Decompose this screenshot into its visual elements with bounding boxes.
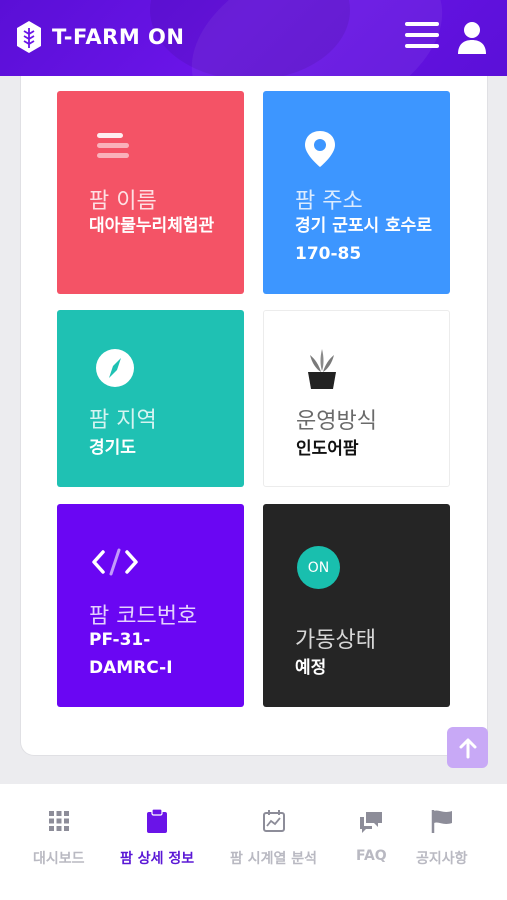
leaf-logo-icon (17, 21, 41, 53)
nav-item-notice[interactable]: 공지사항 (416, 808, 468, 868)
nav-label-notice: 공지사항 (416, 851, 468, 867)
app-title: T-FARM ON (52, 25, 185, 49)
bottom-navigation: 대시보드 팜 상세 정보 팜 시계열 분석 FAQ 공지사항 (0, 784, 507, 900)
text-lines-icon (97, 133, 129, 158)
nav-item-faq[interactable]: FAQ (356, 808, 387, 864)
farm-name-card: 팜 이름 대아물누리체험관 (57, 91, 244, 294)
app-header: T-FARM ON (0, 0, 507, 76)
grid-icon (48, 811, 69, 831)
compass-icon (96, 349, 134, 387)
clipboard-icon (147, 808, 168, 833)
nav-label-faq: FAQ (356, 848, 387, 864)
farm-address-value: 경기 군포시 호수로 170-85 (295, 216, 432, 264)
calendar-chart-icon (262, 810, 285, 832)
operation-method-value: 인도어팜 (296, 439, 359, 459)
farm-address-card: 팜 주소 경기 군포시 호수로 170-85 (263, 91, 450, 294)
farm-name-label: 팜 이름 (89, 189, 157, 214)
farm-region-value: 경기도 (89, 438, 136, 458)
flag-icon (431, 810, 452, 833)
farm-name-value: 대아물누리체험관 (89, 216, 215, 236)
nav-label-farm-detail: 팜 상세 정보 (120, 851, 195, 867)
farm-region-card: 팜 지역 경기도 (57, 310, 244, 487)
operation-status-value: 예정 (295, 658, 327, 678)
chat-bubbles-icon (360, 812, 383, 833)
farm-code-value: PF-31-DAMRC-I (89, 630, 173, 678)
nav-item-dashboard[interactable]: 대시보드 (33, 808, 85, 868)
nav-label-dashboard: 대시보드 (33, 851, 85, 867)
nav-item-farm-timeseries[interactable]: 팜 시계열 분석 (230, 808, 317, 868)
scroll-to-top-button[interactable] (447, 727, 488, 768)
operation-status-label: 가동상태 (295, 628, 376, 653)
potted-plant-icon (308, 349, 336, 389)
nav-label-farm-timeseries: 팜 시계열 분석 (230, 851, 318, 867)
arrow-up-icon (459, 738, 476, 758)
operation-status-card: ON 가동상태 예정 (263, 504, 450, 707)
app-logo[interactable]: T-FARM ON (16, 20, 184, 54)
operation-method-card: 운영방식 인도어팜 (263, 310, 450, 487)
farm-region-label: 팜 지역 (89, 408, 157, 433)
user-profile-icon[interactable] (456, 20, 488, 56)
operation-method-label: 운영방식 (296, 409, 377, 434)
on-status-badge: ON (297, 546, 340, 589)
location-pin-icon (305, 131, 335, 167)
nav-item-farm-detail[interactable]: 팜 상세 정보 (120, 808, 194, 868)
code-brackets-icon (92, 548, 138, 576)
farm-code-card: 팜 코드번호 PF-31-DAMRC-I (57, 504, 244, 707)
farm-address-label: 팜 주소 (295, 189, 363, 214)
hamburger-menu-icon[interactable] (405, 22, 439, 52)
